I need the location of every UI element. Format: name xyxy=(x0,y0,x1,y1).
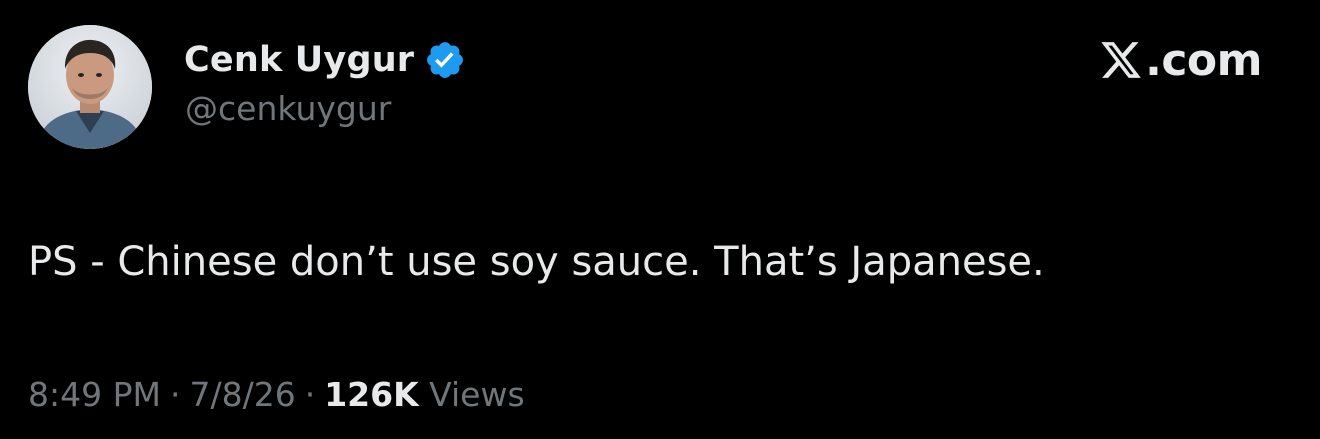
views-label: Views xyxy=(429,375,525,414)
meta-separator: · xyxy=(169,375,181,414)
tweet-card: Cenk Uygur @cenkuygur .com PS - Chinese … xyxy=(0,0,1320,439)
author-handle[interactable]: @cenkuygur xyxy=(185,89,391,128)
brand-logo: .com xyxy=(1099,32,1262,88)
brand-text: .com xyxy=(1145,34,1262,86)
author-display-name[interactable]: Cenk Uygur xyxy=(184,40,414,80)
tweet-metadata: 8:49 PM · 7/8/26 · 126K Views xyxy=(28,372,525,418)
x-logo-icon xyxy=(1099,38,1143,82)
tweet-time[interactable]: 8:49 PM xyxy=(28,375,161,414)
avatar-image xyxy=(28,25,152,149)
tweet-text: PS - Chinese don’t use soy sauce. That’s… xyxy=(28,239,1045,285)
avatar[interactable] xyxy=(28,25,152,149)
meta-separator: · xyxy=(304,375,316,414)
author-name-row[interactable]: Cenk Uygur xyxy=(184,36,466,84)
views-count[interactable]: 126K xyxy=(324,375,418,414)
tweet-date[interactable]: 7/8/26 xyxy=(189,375,295,414)
verified-badge-icon[interactable] xyxy=(424,39,466,81)
